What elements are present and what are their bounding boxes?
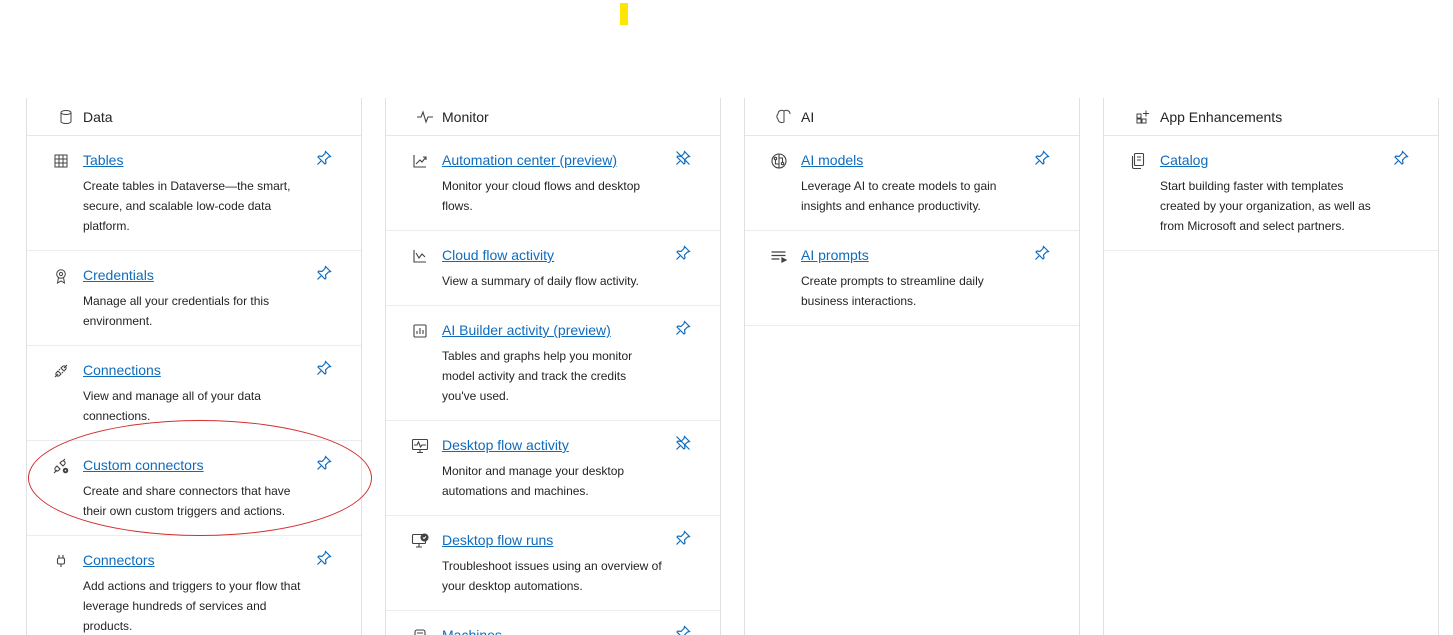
tool-link-desktop-flow-runs[interactable]: Desktop flow runs	[442, 532, 553, 548]
tool-link-credentials[interactable]: Credentials	[83, 267, 154, 283]
tool-item-ai-models: AI models Leverage AI to create models to…	[745, 136, 1079, 231]
prompt-icon	[770, 247, 788, 265]
column-header-label: App Enhancements	[1160, 108, 1283, 125]
column-monitor: Monitor Automation center (preview) Monito…	[385, 98, 721, 635]
bar-chart-icon	[411, 322, 429, 340]
pin-icon[interactable]	[315, 264, 333, 282]
tool-item-tables: Tables Create tables in Dataverse—the sma…	[27, 136, 361, 251]
tool-link-ai-prompts[interactable]: AI prompts	[801, 247, 869, 263]
tool-link-catalog[interactable]: Catalog	[1160, 152, 1208, 168]
plug-connected-icon	[52, 362, 70, 380]
pin-icon[interactable]	[315, 549, 333, 567]
column-header-label: Monitor	[442, 108, 489, 125]
tools-columns: Data Tables Create tables in Dataverse—the…	[26, 98, 1439, 635]
pin-slashed-icon[interactable]	[674, 434, 692, 452]
tool-item-ai-prompts: AI prompts Create prompts to streamline d…	[745, 231, 1079, 326]
tool-description: Create prompts to streamline daily busin…	[801, 274, 984, 308]
column-header: App Enhancements	[1104, 98, 1438, 136]
column-data: Data Tables Create tables in Dataverse—the…	[26, 98, 362, 635]
pin-icon[interactable]	[674, 529, 692, 547]
pin-slashed-icon[interactable]	[674, 149, 692, 167]
tool-item-ai-builder-activity-preview: AI Builder activity (preview) Tables and …	[386, 306, 720, 421]
tool-link-automation-center-preview[interactable]: Automation center (preview)	[442, 152, 617, 168]
tool-description: Start building faster with templates cre…	[1160, 179, 1371, 233]
tool-item-credentials: Credentials Manage all your credentials f…	[27, 251, 361, 346]
tool-description: Add actions and triggers to your flow th…	[83, 579, 301, 633]
tool-description: Monitor and manage your desktop automati…	[442, 464, 625, 498]
column-ai: AI AI models Leverage AI to create models …	[744, 98, 1080, 635]
column-header-label: Data	[83, 108, 113, 125]
tool-link-cloud-flow-activity[interactable]: Cloud flow activity	[442, 247, 554, 263]
credential-badge-icon	[52, 267, 70, 285]
tool-item-desktop-flow-activity: Desktop flow activity Monitor and manage …	[386, 421, 720, 516]
pin-icon[interactable]	[315, 359, 333, 377]
tool-link-desktop-flow-activity[interactable]: Desktop flow activity	[442, 437, 569, 453]
tool-description: Leverage AI to create models to gain ins…	[801, 179, 997, 213]
apps-add-icon	[1134, 108, 1152, 126]
tool-item-desktop-flow-runs: Desktop flow runs Troubleshoot issues usi…	[386, 516, 720, 611]
brain-circuit-icon	[770, 152, 788, 170]
database-icon	[57, 108, 75, 126]
column-app-enhancements: App Enhancements Catalog Start building fa…	[1103, 98, 1439, 635]
trend-chart-icon	[411, 152, 429, 170]
tool-description: View a summary of daily flow activity.	[442, 274, 639, 288]
tool-description: Tables and graphs help you monitor model…	[442, 349, 633, 403]
tool-item-automation-center-preview: Automation center (preview) Monitor your …	[386, 136, 720, 231]
pin-icon[interactable]	[674, 319, 692, 337]
tool-item-catalog: Catalog Start building faster with templa…	[1104, 136, 1438, 251]
tool-link-machines[interactable]: Machines	[442, 627, 502, 635]
tool-item-machines: Machines	[386, 611, 720, 635]
pin-icon[interactable]	[1033, 149, 1051, 167]
pin-icon[interactable]	[1033, 244, 1051, 262]
column-header-label: AI	[801, 108, 815, 125]
plug-icon	[52, 552, 70, 570]
tool-description: Manage all your credentials for this env…	[83, 294, 270, 328]
desktop-check-icon	[411, 532, 429, 550]
pin-icon[interactable]	[674, 244, 692, 262]
pin-icon[interactable]	[674, 624, 692, 635]
tool-link-connectors[interactable]: Connectors	[83, 552, 155, 568]
tool-description: Create tables in Dataverse—the smart, se…	[83, 179, 291, 233]
tool-link-tables[interactable]: Tables	[83, 152, 123, 168]
table-icon	[52, 152, 70, 170]
tool-link-connections[interactable]: Connections	[83, 362, 161, 378]
yellow-marker	[620, 3, 628, 25]
machine-icon	[411, 627, 429, 635]
tool-item-connectors: Connectors Add actions and triggers to yo…	[27, 536, 361, 635]
tool-link-ai-models[interactable]: AI models	[801, 152, 863, 168]
tool-link-ai-builder-activity-preview[interactable]: AI Builder activity (preview)	[442, 322, 611, 338]
highlight-ellipse	[28, 420, 372, 536]
column-header: AI	[745, 98, 1079, 136]
pin-icon[interactable]	[315, 149, 333, 167]
line-chart-icon	[411, 247, 429, 265]
tool-item-cloud-flow-activity: Cloud flow activity View a summary of dai…	[386, 231, 720, 306]
desktop-pulse-icon	[411, 437, 429, 455]
tool-description: Monitor your cloud flows and desktop flo…	[442, 179, 641, 213]
column-header: Monitor	[386, 98, 720, 136]
brain-icon	[775, 108, 793, 126]
pin-icon[interactable]	[1392, 149, 1410, 167]
tool-description: Troubleshoot issues using an overview of…	[442, 559, 662, 593]
column-header: Data	[27, 98, 361, 136]
catalog-icon	[1129, 152, 1147, 170]
pulse-icon	[416, 108, 434, 126]
